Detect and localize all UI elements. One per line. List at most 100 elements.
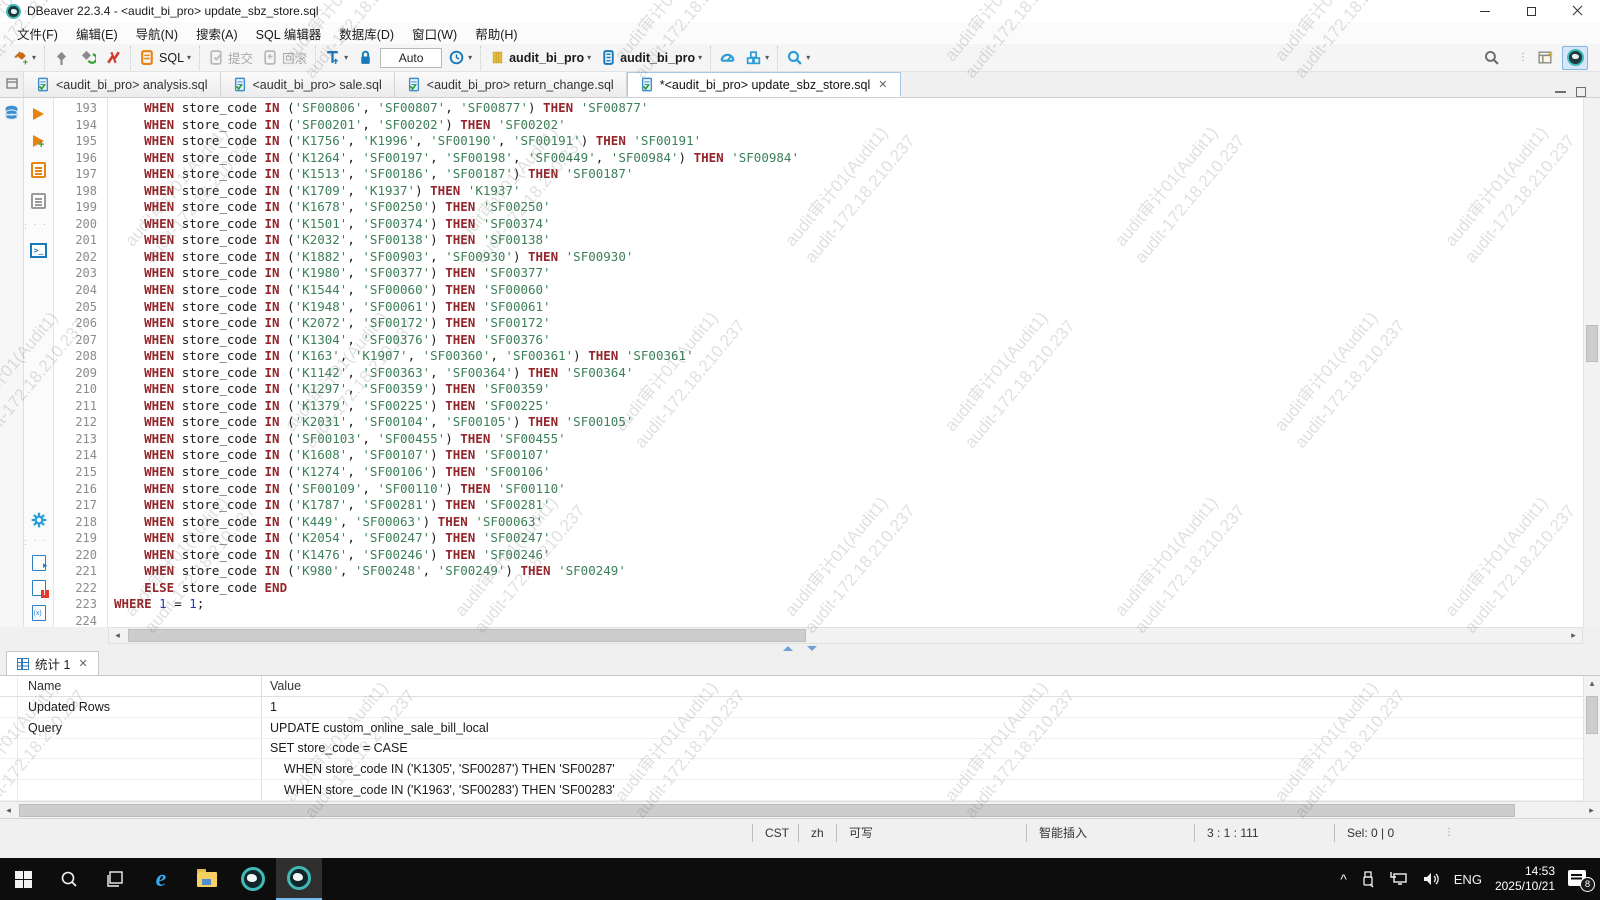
file-explorer-button[interactable] (184, 858, 230, 900)
invalidate-button[interactable] (102, 47, 125, 68)
name-column-header[interactable]: Name (18, 676, 262, 696)
table-row[interactable]: WHEN store_code IN ('K1305', 'SF00287') … (0, 759, 1600, 780)
editor-tab-2[interactable]: <audit_bi_pro> return_change.sql (395, 72, 627, 97)
dbeaver-taskbar-button-1[interactable] (230, 858, 276, 900)
dashboard-button[interactable] (716, 47, 739, 68)
scrollbar-thumb[interactable] (1586, 696, 1598, 734)
export-script-icon[interactable]: ▸ (32, 555, 46, 571)
transaction-mode-button[interactable]: ▾ (321, 47, 351, 68)
minimize-editor-icon[interactable] (1555, 91, 1566, 93)
menu-item-2[interactable]: 导航(N) (127, 22, 187, 45)
scrollbar-thumb[interactable] (128, 629, 806, 642)
line-number: 212 (54, 414, 97, 431)
value-cell: WHEN store_code IN ('K1305', 'SF00287') … (262, 759, 1600, 779)
scroll-left-icon[interactable]: ◂ (0, 803, 17, 818)
save-file-icon[interactable]: ! (32, 580, 46, 596)
statusbar-overflow-icon[interactable]: ⋮ (1444, 827, 1455, 838)
minimize-icon (1480, 11, 1490, 12)
minimize-button[interactable] (1462, 0, 1508, 22)
close-tab-icon[interactable]: ✕ (878, 78, 887, 91)
database-navigator-icon[interactable] (3, 104, 20, 121)
dbeaver-taskbar-button-2[interactable] (276, 858, 322, 900)
sql-editor-button[interactable]: SQL ▾ (136, 47, 194, 68)
execute-new-tab-button[interactable]: + (30, 133, 47, 149)
editor-tab-0[interactable]: <audit_bi_pro> analysis.sql (24, 72, 221, 97)
sql-search-button[interactable]: ▾ (783, 47, 813, 68)
open-console-button[interactable]: >_ (27, 241, 50, 260)
results-horizontal-scrollbar[interactable]: ◂ ▸ (0, 801, 1600, 818)
editor-horizontal-scrollbar[interactable]: ◂ ▸ (108, 627, 1583, 644)
scroll-right-icon[interactable]: ▸ (1583, 803, 1600, 818)
menu-item-1[interactable]: 编辑(E) (67, 22, 127, 45)
editor-tab-3[interactable]: *<audit_bi_pro> update_sbz_store.sql✕ (627, 72, 901, 97)
execute-script-button[interactable] (28, 160, 49, 180)
results-vertical-scrollbar[interactable]: ▴ (1583, 676, 1600, 801)
menu-item-5[interactable]: 数据库(D) (330, 22, 403, 45)
maximize-button[interactable] (1508, 0, 1554, 22)
menu-item-4[interactable]: SQL 编辑器 (247, 22, 331, 45)
table-row[interactable]: Updated Rows1 (0, 697, 1600, 718)
maximize-editor-icon[interactable] (1576, 87, 1586, 97)
table-row[interactable]: WHEN store_code IN ('K1963', 'SF00283') … (0, 780, 1600, 801)
scroll-right-icon[interactable]: ▸ (1565, 628, 1582, 643)
settings-gear-icon[interactable] (30, 511, 48, 529)
menu-item-0[interactable]: 文件(F) (8, 22, 67, 45)
table-row[interactable]: QueryUPDATE custom_online_sale_bill_loca… (0, 718, 1600, 739)
schema-selector[interactable]: audit_bi_pro ▾ (597, 47, 705, 68)
scrollbar-thumb[interactable] (1586, 325, 1598, 362)
network-icon[interactable] (1389, 871, 1409, 887)
reconnect-button[interactable] (76, 47, 99, 68)
console-icon: >_ (30, 243, 47, 258)
usb-icon[interactable] (1360, 870, 1376, 888)
editor-results-splitter[interactable] (0, 644, 1600, 652)
menu-item-3[interactable]: 搜索(A) (187, 22, 247, 45)
internet-explorer-button[interactable]: e (138, 858, 184, 900)
output-file-icon[interactable]: (x) (32, 605, 46, 621)
line-number: 201 (54, 232, 97, 249)
taskbar-search-button[interactable] (46, 858, 92, 900)
dbeaver-perspective-button[interactable] (1562, 46, 1588, 70)
explain-plan-button[interactable] (28, 191, 49, 211)
search-icon[interactable] (1483, 49, 1500, 66)
disconnect-button[interactable] (50, 47, 73, 68)
sash-down-icon[interactable] (807, 646, 817, 651)
value-column-header[interactable]: Value (262, 676, 1600, 696)
history-button[interactable]: ▾ (445, 47, 475, 68)
status-bar: CSTzh可写智能插入3 : 1 : 111Sel: 0 | 0⋮ (0, 818, 1600, 846)
new-connection-button[interactable]: + ▾ (9, 47, 39, 68)
database-selector[interactable]: audit_bi_pro ▾ (486, 47, 594, 68)
perspective-icon[interactable]: ✦ (1537, 49, 1554, 66)
commit-button[interactable]: 提交 (205, 46, 256, 69)
sash-up-icon[interactable] (783, 646, 793, 651)
line-number: 209 (54, 365, 97, 382)
lock-button[interactable] (354, 47, 377, 68)
start-button[interactable] (0, 858, 46, 900)
packages-button[interactable]: ▾ (742, 47, 772, 68)
code-area[interactable]: WHEN store_code IN ('SF00806', 'SF00807'… (108, 98, 1583, 627)
line-number: 199 (54, 199, 97, 216)
tray-expand-icon[interactable]: ^ (1340, 871, 1347, 887)
language-indicator[interactable]: ENG (1454, 872, 1482, 887)
menu-item-6[interactable]: 窗口(W) (403, 22, 466, 45)
scroll-up-icon[interactable]: ▴ (1584, 676, 1600, 691)
speaker-icon[interactable] (1422, 871, 1441, 887)
scrollbar-thumb[interactable] (19, 804, 1515, 817)
task-view-button[interactable] (92, 858, 138, 900)
restore-panel-icon[interactable] (5, 77, 19, 91)
stats-tab[interactable]: 统计 1 ✕ (6, 651, 99, 675)
table-row[interactable]: SET store_code = CASE (0, 739, 1600, 760)
dbeaver-logo-icon (6, 4, 21, 19)
close-button[interactable] (1554, 0, 1600, 22)
isolation-combo[interactable]: Auto (380, 48, 442, 68)
rollback-button[interactable]: 回滚 (259, 46, 310, 69)
notification-center-button[interactable]: 8 (1568, 870, 1590, 888)
scroll-left-icon[interactable]: ◂ (109, 628, 126, 643)
editor-tab-1[interactable]: <audit_bi_pro> sale.sql (221, 72, 395, 97)
code-line: WHEN store_code IN ('K1274', 'SF00106') … (114, 464, 1583, 481)
toolbar-overflow-icon[interactable]: ⋮ (1518, 52, 1529, 63)
clock[interactable]: 14:53 2025/10/21 (1495, 864, 1555, 894)
close-tab-icon[interactable]: ✕ (78, 657, 87, 670)
menu-item-7[interactable]: 帮助(H) (466, 22, 526, 45)
execute-statement-button[interactable] (30, 106, 47, 122)
editor-vertical-scrollbar[interactable] (1583, 98, 1600, 627)
